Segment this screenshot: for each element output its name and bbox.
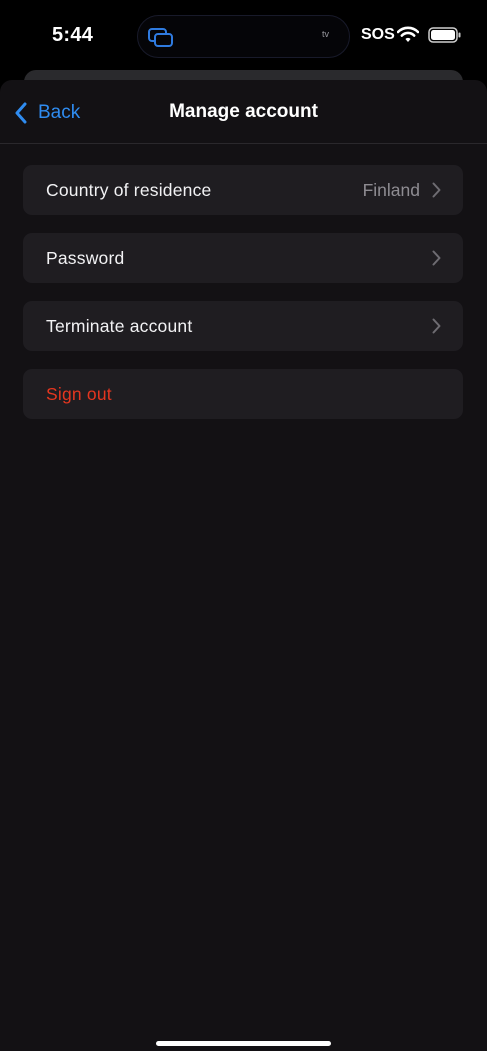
- dynamic-island[interactable]: tv: [137, 15, 350, 58]
- wifi-icon: [397, 26, 419, 42]
- password-row[interactable]: Password: [23, 233, 463, 283]
- chevron-right-icon: [432, 250, 441, 266]
- terminate-account-row[interactable]: Terminate account: [23, 301, 463, 351]
- navigation-bar: Back Manage account: [0, 80, 487, 144]
- country-value: Finland: [362, 180, 420, 200]
- status-time: 5:44: [52, 24, 94, 46]
- screen-mirroring-icon: [148, 28, 173, 47]
- island-tv-label: tv: [322, 29, 330, 39]
- row-label: Password: [46, 247, 125, 268]
- sign-out-label: Sign out: [46, 383, 112, 404]
- country-of-residence-row[interactable]: Country of residence Finland: [23, 165, 463, 215]
- battery-icon: [428, 27, 461, 43]
- row-label: Terminate account: [46, 315, 193, 336]
- status-bar: 5:44 tv SOS: [0, 0, 487, 70]
- settings-list: Country of residence Finland Password Te…: [23, 165, 463, 437]
- screen: 5:44 tv SOS Back Manage account Country …: [0, 0, 487, 1051]
- chevron-right-icon: [432, 182, 441, 198]
- home-indicator[interactable]: [156, 1041, 331, 1046]
- manage-account-sheet: Back Manage account Country of residence…: [0, 80, 487, 1051]
- sign-out-button[interactable]: Sign out: [23, 369, 463, 419]
- page-title: Manage account: [169, 101, 318, 122]
- row-label: Country of residence: [46, 179, 212, 200]
- chevron-right-icon: [432, 318, 441, 334]
- sos-indicator: SOS: [361, 26, 395, 43]
